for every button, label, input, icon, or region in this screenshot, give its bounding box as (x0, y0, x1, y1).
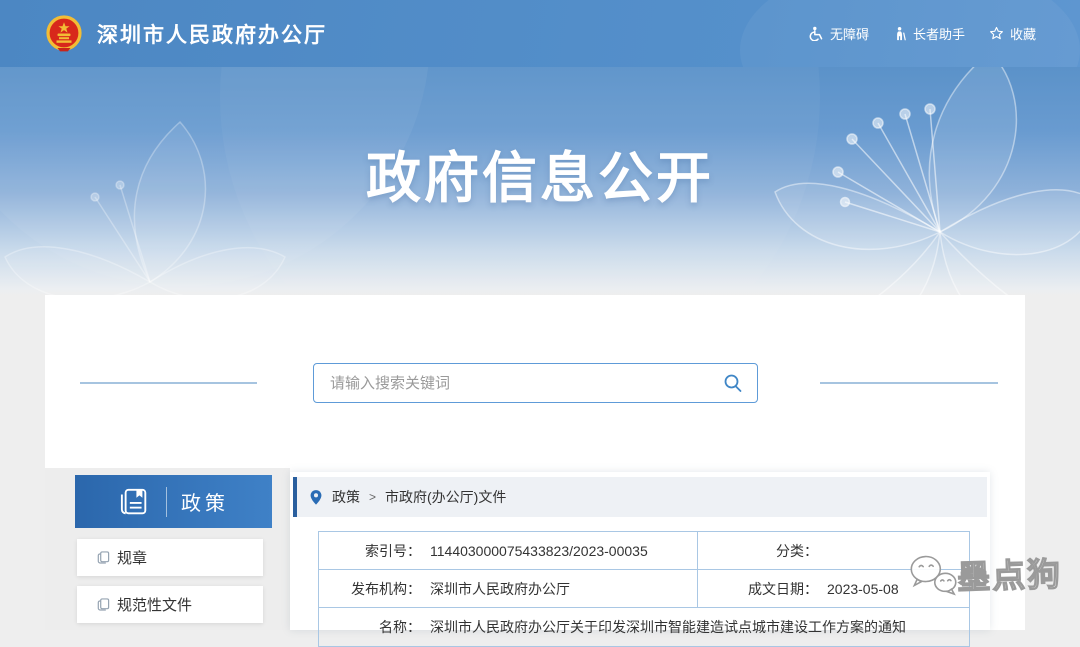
national-emblem-icon (44, 14, 84, 54)
content-panel: 政策 规章 规范性文件 政策 > 市政府(办公厅)文件 (45, 295, 1025, 630)
sidebar-item-regulations[interactable]: 规章 (77, 539, 263, 576)
breadcrumb-policy[interactable]: 政策 (332, 487, 360, 507)
elder-helper-link[interactable]: 长者助手 (893, 24, 965, 43)
location-pin-icon (309, 489, 323, 506)
right-divider-line (820, 382, 998, 384)
sidebar-header-policy[interactable]: 政策 (75, 475, 272, 528)
site-title: 深圳市人民政府办公厅 (97, 19, 327, 49)
document-icon (97, 598, 110, 611)
breadcrumb-current: 市政府(办公厅)文件 (385, 487, 506, 507)
sidebar-item-label: 规范性文件 (117, 594, 192, 615)
date-value: 2023-05-08 (818, 581, 899, 597)
breadcrumb: 政策 > 市政府(办公厅)文件 (293, 477, 987, 517)
favorite-link[interactable]: 收藏 (989, 24, 1036, 43)
wheelchair-icon (809, 26, 824, 41)
elder-icon (893, 26, 907, 41)
document-card: 政策 > 市政府(办公厅)文件 索引号： 114403000075433823/… (290, 472, 990, 630)
document-icon (97, 551, 110, 564)
breadcrumb-separator: > (369, 490, 376, 504)
search-icon[interactable] (723, 373, 743, 393)
accessibility-link[interactable]: 无障碍 (809, 24, 869, 43)
category-cell: 分类： (698, 532, 969, 569)
elder-helper-label: 长者助手 (913, 24, 965, 43)
book-icon (118, 487, 152, 517)
page-banner: 政府信息公开 (0, 67, 1080, 296)
index-value: 114403000075433823/2023-00035 (421, 543, 648, 559)
page-title: 政府信息公开 (0, 67, 1080, 213)
left-divider-line (80, 382, 257, 384)
search-input[interactable] (328, 374, 723, 393)
top-header-bar: 深圳市人民政府办公厅 无障碍 长者助手 收藏 (0, 0, 1080, 67)
date-cell: 成文日期： 2023-05-08 (698, 570, 969, 607)
index-cell: 索引号： 114403000075433823/2023-00035 (319, 532, 698, 569)
favorite-label: 收藏 (1010, 24, 1036, 43)
sidebar-item-label: 规章 (117, 547, 147, 568)
publisher-value: 深圳市人民政府办公厅 (421, 579, 570, 599)
table-row: 发布机构： 深圳市人民政府办公厅 成文日期： 2023-05-08 (319, 570, 969, 608)
publisher-label: 发布机构： (319, 579, 421, 599)
search-box (313, 363, 758, 403)
top-links: 无障碍 长者助手 收藏 (809, 24, 1036, 43)
name-value: 深圳市人民政府办公厅关于印发深圳市智能建造试点城市建设工作方案的通知 (421, 617, 906, 637)
table-row: 索引号： 114403000075433823/2023-00035 分类： (319, 532, 969, 570)
date-label: 成文日期： (698, 579, 818, 599)
sidebar-item-normative-documents[interactable]: 规范性文件 (77, 586, 263, 623)
name-label: 名称： (319, 617, 421, 637)
sidebar-header-divider (166, 487, 167, 517)
publisher-cell: 发布机构： 深圳市人民政府办公厅 (319, 570, 698, 607)
star-icon (989, 26, 1004, 41)
accessibility-label: 无障碍 (830, 24, 869, 43)
sidebar-header-label: 政策 (181, 487, 229, 516)
index-label: 索引号： (319, 541, 421, 561)
category-label: 分类： (698, 541, 818, 561)
table-row: 名称： 深圳市人民政府办公厅关于印发深圳市智能建造试点城市建设工作方案的通知 (319, 608, 969, 646)
